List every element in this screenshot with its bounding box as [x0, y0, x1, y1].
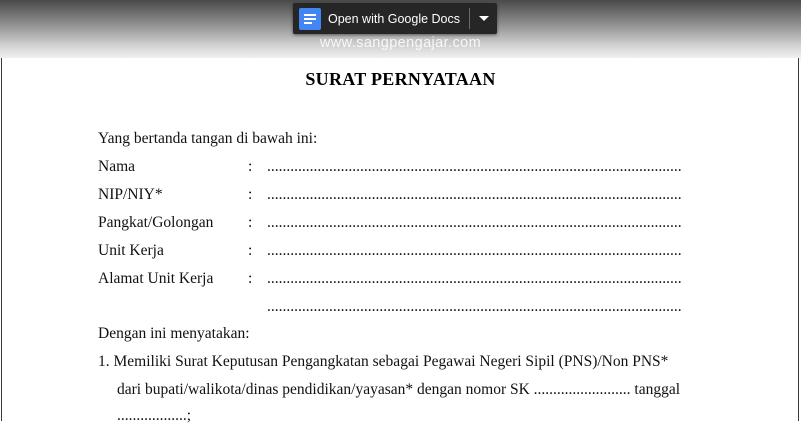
field-label-alamat: Alamat Unit Kerja	[98, 270, 214, 287]
field-colon: :	[248, 186, 253, 203]
intro-text: Yang bertanda tangan di bawah ini:	[98, 130, 318, 147]
field-label-nama: Nama	[98, 158, 136, 175]
field-dots-alamat-continued: ........................................…	[267, 298, 682, 315]
open-with-google-docs-label: Open with Google Docs	[328, 11, 461, 26]
statement-item-1-line-1: 1. Memiliki Surat Keputusan Pengangkatan…	[98, 353, 669, 370]
statement-intro: Dengan ini menyatakan:	[98, 325, 250, 342]
open-with-google-docs-main[interactable]: Open with Google Docs	[293, 3, 460, 34]
open-with-google-docs-button[interactable]: Open with Google Docs	[293, 3, 497, 34]
field-label-unit-kerja: Unit Kerja	[98, 242, 164, 259]
open-with-dropdown[interactable]	[470, 3, 497, 34]
field-colon: :	[248, 270, 253, 287]
field-colon: :	[248, 214, 253, 231]
field-dots-unit-kerja: ........................................…	[267, 242, 682, 259]
field-dots-nip: ........................................…	[267, 186, 682, 203]
field-colon: :	[248, 158, 253, 175]
statement-item-1-line-2: dari bupati/walikota/dinas pendidikan/ya…	[117, 381, 681, 398]
field-dots-nama: ........................................…	[267, 158, 682, 175]
caret-down-icon	[478, 16, 489, 21]
field-dots-pangkat: ........................................…	[267, 214, 682, 231]
field-label-nip: NIP/NIY*	[98, 186, 163, 203]
google-docs-icon	[299, 7, 321, 30]
watermark: www.sangpengajar.com	[319, 35, 482, 51]
field-dots-alamat: ........................................…	[267, 270, 682, 287]
statement-item-1-line-3: ..................;	[117, 407, 192, 424]
field-label-pangkat: Pangkat/Golongan	[98, 214, 214, 231]
document-title: SURAT PERNYATAAN	[305, 69, 496, 89]
field-colon: :	[248, 242, 253, 259]
